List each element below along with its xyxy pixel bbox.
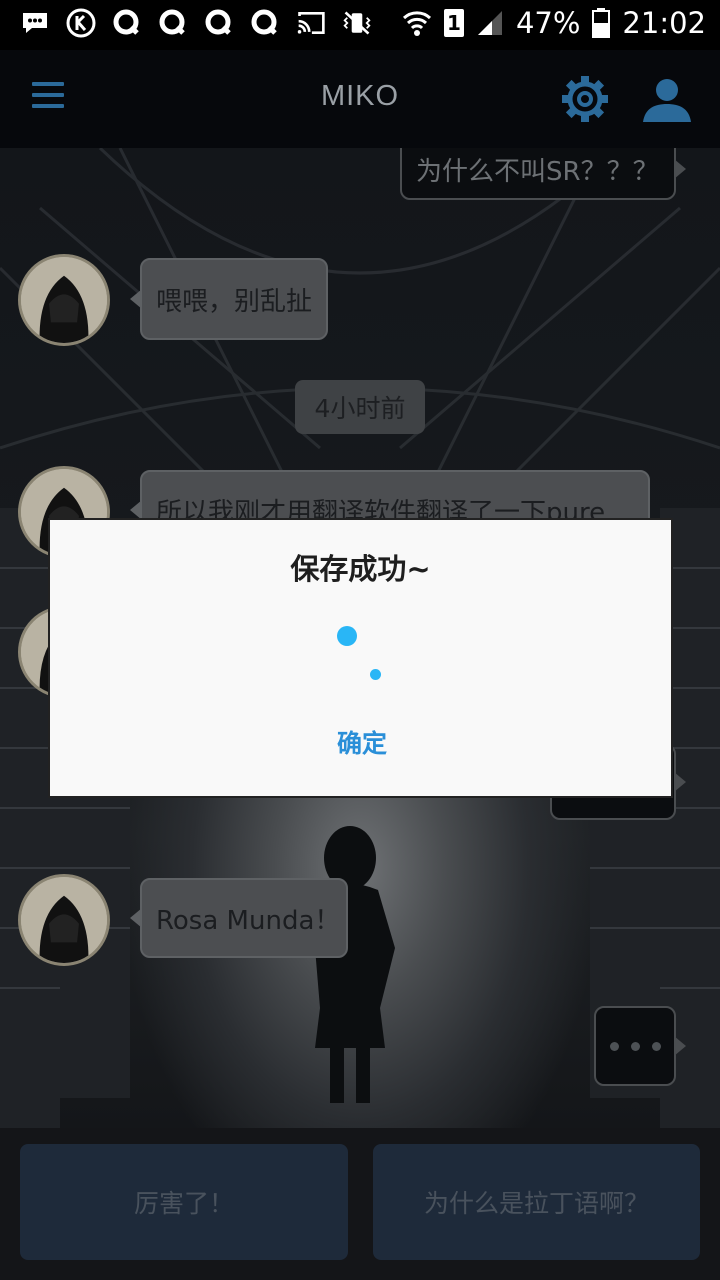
spinner-dot (337, 626, 357, 646)
spinner-dot (370, 669, 381, 680)
save-success-dialog: 保存成功~ 确定 (48, 518, 673, 798)
dialog-title: 保存成功~ (290, 552, 431, 586)
confirm-button[interactable]: 确定 (312, 720, 412, 764)
